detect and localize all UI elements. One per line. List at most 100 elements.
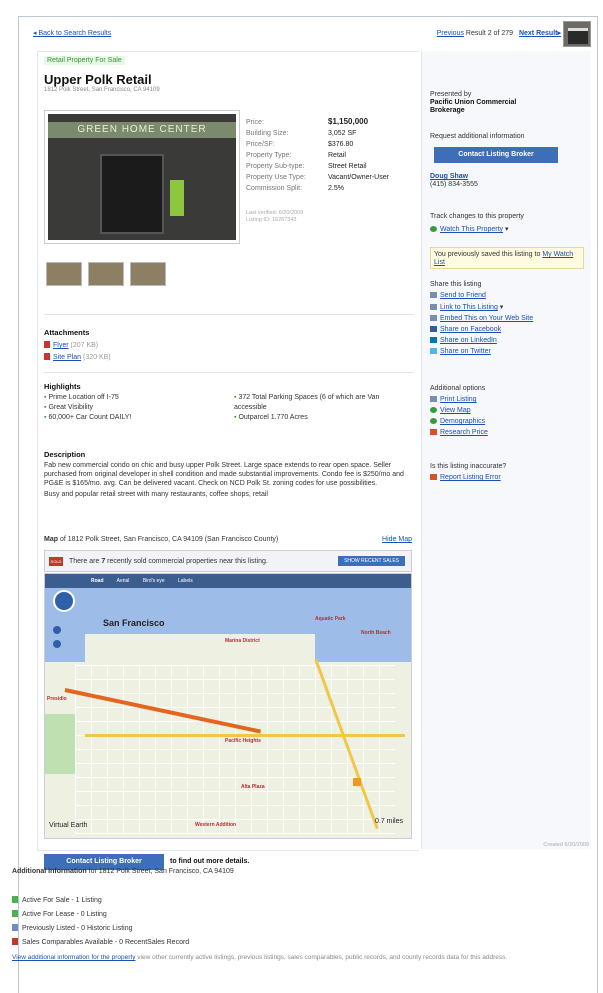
- recent-sales-text: There are 7 recently sold commercial pro…: [69, 558, 268, 565]
- map-tab-aerial[interactable]: Aerial: [117, 578, 130, 584]
- sold-text-pre: There are: [69, 558, 100, 565]
- attachment-size: (207 KB): [70, 342, 99, 349]
- pdf-icon: [44, 353, 50, 360]
- spec-label: Building Size:: [246, 130, 289, 137]
- view-additional-text: view other currently active listings, pr…: [137, 954, 508, 961]
- property-record-counts: Active For Sale - 1 Listing Active For Le…: [12, 894, 189, 950]
- map-header: Map of 1812 Polk Street, San Francisco, …: [44, 536, 412, 543]
- record-count-item: Active For Lease - 0 Listing: [12, 908, 189, 922]
- map-tab-road[interactable]: Road: [91, 578, 104, 584]
- listing-sidebar: Presented by Pacific Union Commercial Br…: [421, 51, 591, 849]
- spec-row: Property Type: Retail: [246, 150, 389, 161]
- photo-thumbnails: [46, 262, 172, 288]
- pdf-icon: [44, 341, 50, 348]
- result-pagination: Previous Result 2 of 279 Next Result▸: [437, 29, 561, 37]
- map-city-label: San Francisco: [103, 618, 165, 628]
- link-to-listing-link[interactable]: Link to This Listing: [440, 304, 498, 311]
- map-address: of 1812 Polk Street, San Francisco, CA 9…: [59, 536, 279, 543]
- property-pin-icon[interactable]: [353, 778, 361, 786]
- zoom-in-icon[interactable]: [53, 626, 61, 634]
- spec-row: Commission Split: 2.5%: [246, 183, 389, 194]
- spec-row: Property Use Type: Vacant/Owner-User: [246, 172, 389, 183]
- map-pan-control-icon[interactable]: [53, 590, 75, 612]
- attachment-size: (320 KB): [82, 354, 111, 361]
- document-icon: [12, 910, 18, 917]
- contact-broker-button[interactable]: Contact Listing Broker: [434, 147, 558, 163]
- twitter-icon: [430, 348, 437, 354]
- watch-property-link[interactable]: Watch This Property: [440, 226, 503, 233]
- embed-link[interactable]: Embed This on Your Web Site: [440, 315, 533, 322]
- spec-value: $376.80: [328, 141, 354, 148]
- linkedin-icon: [430, 337, 437, 343]
- photo-thumb[interactable]: [130, 262, 166, 286]
- next-label: Next Result: [518, 30, 558, 37]
- demographics-link[interactable]: Demographics: [440, 418, 485, 425]
- view-additional-info: View additional information for the prop…: [12, 954, 578, 962]
- divider: [44, 372, 414, 373]
- send-to-friend-link[interactable]: Send to Friend: [440, 292, 486, 299]
- photo-thumb[interactable]: [46, 262, 82, 286]
- map-scale: 0.7 miles: [374, 818, 403, 825]
- map-place-label: Aquatic Park: [315, 616, 346, 622]
- additional-info-header: Additional Information for 1812 Polk Str…: [12, 868, 234, 875]
- map-toolbar: Road Aerial Bird's eye Labels: [45, 574, 411, 588]
- map-place-label: North Beach: [361, 630, 391, 636]
- sold-badge: SOLD: [49, 557, 63, 566]
- presented-by-label: Presented by: [430, 91, 472, 98]
- attachment-link[interactable]: Flyer: [53, 342, 69, 349]
- spec-value: Street Retail: [328, 163, 367, 170]
- share-twitter-link[interactable]: Share on Twitter: [440, 348, 491, 355]
- attachments-heading: Attachments: [44, 328, 90, 337]
- map-tab-birdseye[interactable]: Bird's eye: [143, 578, 165, 584]
- zoom-out-icon[interactable]: [53, 640, 61, 648]
- back-label: Back to Search Results: [38, 30, 112, 37]
- show-recent-sales-button[interactable]: SHOW RECENT SALES: [338, 556, 405, 566]
- link-icon: [430, 304, 437, 310]
- property-photo[interactable]: GREEN HOME CENTER: [44, 110, 240, 244]
- record-count-item: Active For Sale - 1 Listing: [12, 894, 189, 908]
- share-facebook-link[interactable]: Share on Facebook: [440, 326, 501, 333]
- saved-notice: You previously saved this listing to My …: [430, 247, 584, 269]
- broker-contact: Doug Shaw (415) 834-3555: [430, 173, 478, 189]
- spec-label: Commission Split:: [246, 185, 303, 192]
- back-to-search-link[interactable]: ◂ Back to Search Results: [33, 29, 111, 37]
- spec-label: Price/SF:: [246, 141, 275, 148]
- map-place-label: Pacific Heights: [225, 738, 261, 744]
- next-result-link[interactable]: Next Result▸: [519, 30, 561, 37]
- report-error-link[interactable]: Report Listing Error: [440, 474, 501, 481]
- inaccurate-section: Is this listing inaccurate? Report Listi…: [430, 463, 506, 481]
- broker-name-link[interactable]: Doug Shaw: [430, 173, 468, 180]
- print-icon: [430, 396, 437, 402]
- research-price-link[interactable]: Research Price: [440, 429, 488, 436]
- print-listing-link[interactable]: Print Listing: [440, 396, 477, 403]
- highlight-item: 60,000+ Car Count DAILY!: [44, 413, 234, 423]
- photo-thumb[interactable]: [88, 262, 124, 286]
- view-map-link[interactable]: View Map: [440, 407, 471, 414]
- map-tab-labels[interactable]: Labels: [178, 578, 193, 584]
- map-place-label: Western Addition: [195, 822, 237, 828]
- spec-row: Building Size: 3,052 SF: [246, 128, 389, 139]
- hide-map-link[interactable]: Hide Map: [382, 536, 412, 543]
- highlights-section: Highlights Prime Location off I-75 Great…: [44, 382, 414, 421]
- share-linkedin-link[interactable]: Share on LinkedIn: [440, 337, 497, 344]
- email-icon: [430, 292, 437, 298]
- view-additional-link[interactable]: View additional information for the prop…: [12, 954, 135, 961]
- spec-label: Price:: [246, 119, 264, 126]
- plus-icon: [430, 226, 437, 232]
- price-icon: [430, 429, 437, 435]
- demographics-icon: [430, 418, 437, 424]
- spec-row: Property Sub-type: Street Retail: [246, 161, 389, 172]
- spec-label: Property Type:: [246, 152, 292, 159]
- additional-info-address: for 1812 Polk Street, San Francisco, CA …: [88, 868, 234, 875]
- photo-sign: GREEN HOME CENTER: [48, 122, 236, 138]
- property-map[interactable]: Road Aerial Bird's eye Labels San Franci…: [44, 573, 412, 839]
- previous-link[interactable]: Previous: [437, 30, 464, 37]
- map-place-label: Presidio: [47, 696, 67, 702]
- listing-address: 1812 Polk Street, San Francisco, CA 9410…: [44, 87, 160, 93]
- building-thumbnail-icon: [563, 21, 591, 47]
- watch-row: Watch This Property ▾: [430, 225, 509, 233]
- description-text: Fab new commercial condo on chic and bus…: [44, 462, 404, 487]
- recent-sales-bar: SOLD There are 7 recently sold commercia…: [44, 550, 412, 572]
- attachment-link[interactable]: Site Plan: [53, 354, 81, 361]
- additional-info-heading: Additional Information: [12, 868, 87, 875]
